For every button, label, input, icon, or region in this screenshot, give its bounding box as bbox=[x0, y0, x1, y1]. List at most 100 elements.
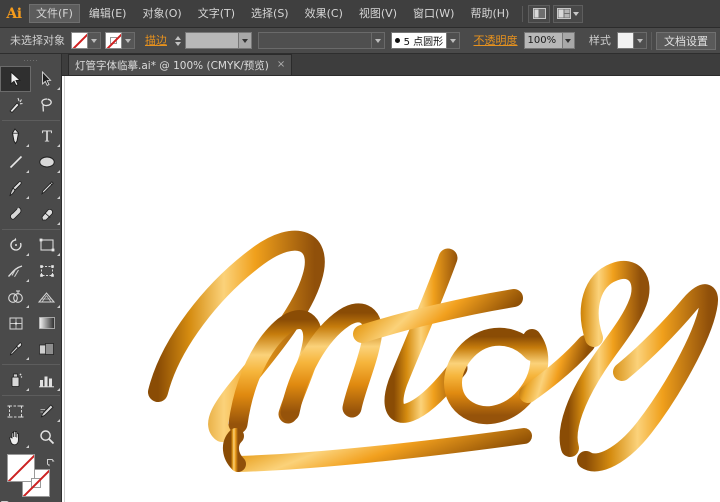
none-slash-icon bbox=[72, 32, 88, 49]
chevron-down-icon bbox=[242, 39, 248, 43]
tools-divider bbox=[2, 229, 60, 230]
chevron-down-icon bbox=[450, 39, 456, 43]
chevron-down-icon bbox=[573, 12, 579, 16]
stepper-up-icon bbox=[175, 36, 181, 40]
scale-tool-icon[interactable] bbox=[31, 232, 62, 258]
tools-grid: T bbox=[0, 66, 62, 450]
hand-tool-icon[interactable] bbox=[0, 424, 31, 450]
menu-bar: Ai 文件(F) 编辑(E) 对象(O) 文字(T) 选择(S) 效果(C) 视… bbox=[0, 0, 720, 28]
tool-group-indicator bbox=[57, 419, 60, 422]
eraser-tool-icon[interactable] bbox=[31, 201, 62, 227]
workspace-switcher-icon[interactable] bbox=[553, 5, 583, 23]
stepper-down-icon bbox=[175, 42, 181, 46]
grip-dots-icon bbox=[23, 59, 39, 63]
chevron-down-icon bbox=[637, 39, 643, 43]
swap-fill-stroke-icon[interactable] bbox=[46, 453, 56, 463]
stroke-control[interactable] bbox=[105, 32, 135, 49]
direct-selection-tool-icon[interactable] bbox=[31, 66, 62, 92]
graphic-style-dropdown-button[interactable] bbox=[634, 32, 647, 49]
gradient-tool-icon[interactable] bbox=[31, 310, 62, 336]
menu-window[interactable]: 窗口(W) bbox=[406, 4, 461, 23]
tool-group-indicator bbox=[57, 87, 60, 90]
paintbrush-tool-icon[interactable] bbox=[0, 175, 31, 201]
menu-type[interactable]: 文字(T) bbox=[191, 4, 242, 23]
magic-wand-tool-icon[interactable] bbox=[0, 92, 31, 118]
menu-object[interactable]: 对象(O) bbox=[135, 4, 188, 23]
menu-file[interactable]: 文件(F) bbox=[29, 4, 80, 23]
menu-view[interactable]: 视图(V) bbox=[352, 4, 404, 23]
pencil-tool-icon[interactable] bbox=[31, 175, 62, 201]
app-logo-icon: Ai bbox=[0, 0, 28, 28]
stroke-weight-input[interactable] bbox=[185, 32, 240, 49]
shape-builder-tool-icon[interactable] bbox=[0, 284, 31, 310]
none-slash-icon bbox=[106, 32, 122, 49]
stroke-label[interactable]: 描边 bbox=[145, 34, 167, 47]
opacity-dropdown-button[interactable] bbox=[563, 32, 576, 49]
stroke-swatch-none[interactable] bbox=[105, 32, 122, 49]
type-tool-icon[interactable]: T bbox=[31, 123, 62, 149]
mesh-tool-icon[interactable] bbox=[0, 310, 31, 336]
tool-group-indicator bbox=[57, 196, 60, 199]
chevron-down-icon bbox=[125, 39, 131, 43]
zoom-tool-icon[interactable] bbox=[31, 424, 62, 450]
rotate-tool-icon[interactable] bbox=[0, 232, 31, 258]
graphic-style-swatch[interactable] bbox=[617, 32, 635, 49]
ellipse-tool-icon[interactable] bbox=[31, 149, 62, 175]
menu-effect[interactable]: 效果(C) bbox=[298, 4, 350, 23]
tools-panel-drag-handle[interactable] bbox=[0, 56, 61, 66]
variable-width-profile-select[interactable]: 5 点圆形 bbox=[391, 32, 448, 49]
tool-group-indicator bbox=[26, 305, 29, 308]
tool-group-indicator bbox=[57, 305, 60, 308]
close-icon[interactable]: × bbox=[277, 60, 285, 70]
default-fill-stroke-icon[interactable] bbox=[1, 497, 12, 502]
artboard-tool-icon[interactable] bbox=[0, 398, 31, 424]
fill-swatch-none[interactable] bbox=[71, 32, 88, 49]
document-canvas[interactable] bbox=[62, 76, 720, 502]
menu-select[interactable]: 选择(S) bbox=[244, 4, 296, 23]
stroke-style-dropdown-button[interactable] bbox=[372, 32, 385, 49]
variable-width-dropdown-button[interactable] bbox=[447, 32, 460, 49]
selection-tool-icon[interactable] bbox=[0, 66, 31, 92]
tool-group-indicator bbox=[26, 388, 29, 391]
stroke-dropdown-button[interactable] bbox=[122, 32, 135, 49]
svg-text:T: T bbox=[41, 128, 51, 144]
blend-tool-icon[interactable] bbox=[31, 336, 62, 362]
stroke-style-input[interactable] bbox=[258, 32, 373, 49]
tool-group-indicator bbox=[26, 253, 29, 256]
opacity-label[interactable]: 不透明度 bbox=[474, 34, 518, 47]
line-segment-tool-icon[interactable] bbox=[0, 149, 31, 175]
width-tool-icon[interactable] bbox=[0, 258, 31, 284]
menu-divider bbox=[522, 6, 523, 22]
lasso-tool-icon[interactable] bbox=[31, 92, 62, 118]
document-tab-bar: 灯管字体临摹.ai* @ 100% (CMYK/预览) × bbox=[62, 54, 720, 76]
pen-tool-icon[interactable] bbox=[0, 123, 31, 149]
chevron-down-icon bbox=[565, 39, 571, 43]
menu-edit[interactable]: 编辑(E) bbox=[82, 4, 134, 23]
tools-divider bbox=[2, 395, 60, 396]
eyedropper-tool-icon[interactable] bbox=[0, 336, 31, 362]
arrange-documents-icon[interactable] bbox=[528, 5, 550, 23]
opacity-input[interactable]: 100% bbox=[524, 32, 563, 49]
chevron-down-icon bbox=[91, 39, 97, 43]
tool-group-indicator bbox=[26, 170, 29, 173]
perspective-grid-tool-icon[interactable] bbox=[31, 284, 62, 310]
symbol-sprayer-tool-icon[interactable] bbox=[0, 367, 31, 393]
document-tab[interactable]: 灯管字体临摹.ai* @ 100% (CMYK/预览) × bbox=[68, 54, 292, 75]
fill-dropdown-button[interactable] bbox=[88, 32, 101, 49]
fill-control[interactable] bbox=[71, 32, 101, 49]
tool-group-indicator bbox=[26, 357, 29, 360]
tool-group-indicator bbox=[26, 196, 29, 199]
column-graph-tool-icon[interactable] bbox=[31, 367, 62, 393]
control-divider bbox=[651, 32, 652, 50]
document-setup-button[interactable]: 文档设置 bbox=[656, 32, 716, 50]
tools-panel: T bbox=[0, 54, 62, 502]
slice-tool-icon[interactable] bbox=[31, 398, 62, 424]
profile-dot-icon bbox=[395, 38, 400, 43]
artwork-inter-lettering[interactable] bbox=[62, 76, 720, 502]
menu-help[interactable]: 帮助(H) bbox=[463, 4, 516, 23]
blob-brush-tool-icon[interactable] bbox=[0, 201, 31, 227]
control-bar: 未选择对象 描边 bbox=[0, 28, 720, 54]
stroke-weight-dropdown-button[interactable] bbox=[239, 32, 252, 49]
stroke-weight-stepper[interactable] bbox=[173, 32, 184, 49]
free-transform-tool-icon[interactable] bbox=[31, 258, 62, 284]
